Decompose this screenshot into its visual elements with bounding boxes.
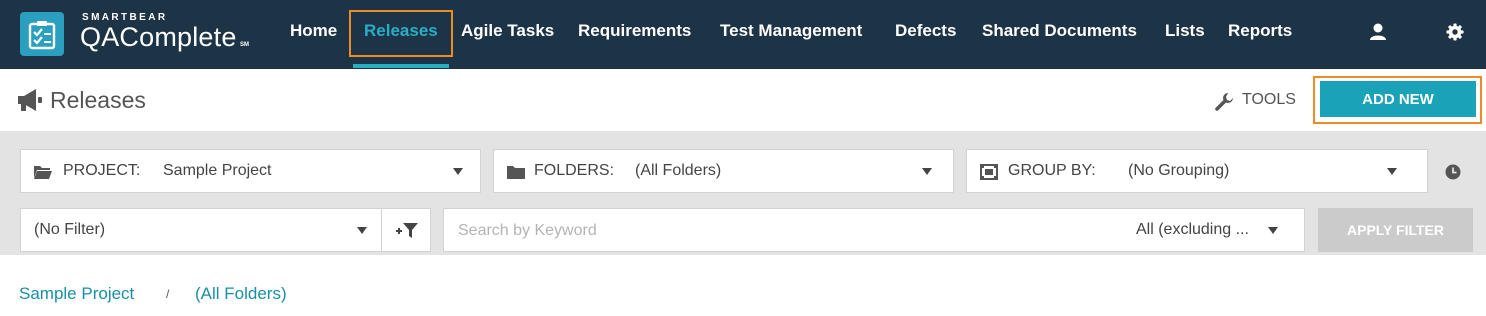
- user-icon[interactable]: [1368, 22, 1388, 47]
- nav-lists[interactable]: Lists: [1165, 21, 1205, 43]
- page-title: Releases: [50, 87, 146, 113]
- nav-shared-documents[interactable]: Shared Documents: [982, 21, 1137, 43]
- active-tab-indicator: [353, 64, 449, 68]
- group-by-value: (No Grouping): [1128, 162, 1230, 179]
- wrench-icon: [1214, 92, 1234, 117]
- chevron-down-icon: [1387, 168, 1397, 175]
- chevron-down-icon: [1268, 227, 1278, 234]
- folders-value: (All Folders): [635, 162, 722, 179]
- saved-filter-value: (No Filter): [34, 221, 106, 238]
- page-header: Releases TOOLS ADD NEW: [0, 69, 1486, 132]
- project-label: PROJECT:: [63, 162, 141, 179]
- folders-select[interactable]: FOLDERS: (All Folders): [493, 149, 954, 193]
- brand-product[interactable]: QAComplete: [80, 22, 237, 53]
- project-select[interactable]: PROJECT: Sample Project: [20, 149, 481, 193]
- breadcrumb-separator: /: [166, 287, 170, 301]
- breadcrumb-project-link[interactable]: Sample Project: [19, 284, 134, 304]
- group-by-select[interactable]: GROUP BY: (No Grouping): [966, 149, 1428, 193]
- folder-open-icon: [33, 165, 53, 184]
- folders-label: FOLDERS:: [534, 162, 615, 179]
- search-scope-select[interactable]: All (excluding ...: [1136, 221, 1249, 239]
- search-field: All (excluding ...: [443, 208, 1305, 252]
- group-icon: [980, 164, 998, 185]
- nav-defects[interactable]: Defects: [895, 21, 956, 43]
- gear-icon[interactable]: [1446, 23, 1464, 46]
- clock-icon[interactable]: [1445, 164, 1461, 185]
- megaphone-icon: [16, 88, 44, 117]
- chevron-down-icon: [453, 168, 463, 175]
- add-new-highlight-box: [1313, 76, 1482, 124]
- nav-requirements[interactable]: Requirements: [578, 21, 691, 43]
- nav-reports[interactable]: Reports: [1228, 21, 1292, 43]
- project-value: Sample Project: [163, 162, 272, 179]
- breadcrumb-folder-link[interactable]: (All Folders): [195, 284, 287, 304]
- saved-filter-select[interactable]: (No Filter): [20, 208, 382, 252]
- group-by-label: GROUP BY:: [1008, 162, 1096, 179]
- add-filter-button[interactable]: [381, 208, 431, 252]
- top-nav-bar: SMARTBEAR QAComplete SM Home Releases Ag…: [0, 0, 1486, 69]
- brand-trademark: SM: [240, 42, 249, 48]
- folder-icon: [507, 165, 525, 184]
- nav-home[interactable]: Home: [290, 21, 337, 43]
- nav-test-management[interactable]: Test Management: [720, 21, 862, 43]
- chevron-down-icon: [357, 227, 367, 234]
- add-filter-icon: [395, 222, 419, 245]
- search-input[interactable]: [456, 219, 1100, 243]
- nav-agile-tasks[interactable]: Agile Tasks: [461, 21, 554, 43]
- qacomplete-logo-icon[interactable]: [20, 12, 64, 56]
- releases-highlight-box: [349, 10, 453, 57]
- tools-label: TOOLS: [1242, 91, 1296, 108]
- chevron-down-icon: [922, 168, 932, 175]
- apply-filter-button[interactable]: APPLY FILTER: [1318, 208, 1473, 252]
